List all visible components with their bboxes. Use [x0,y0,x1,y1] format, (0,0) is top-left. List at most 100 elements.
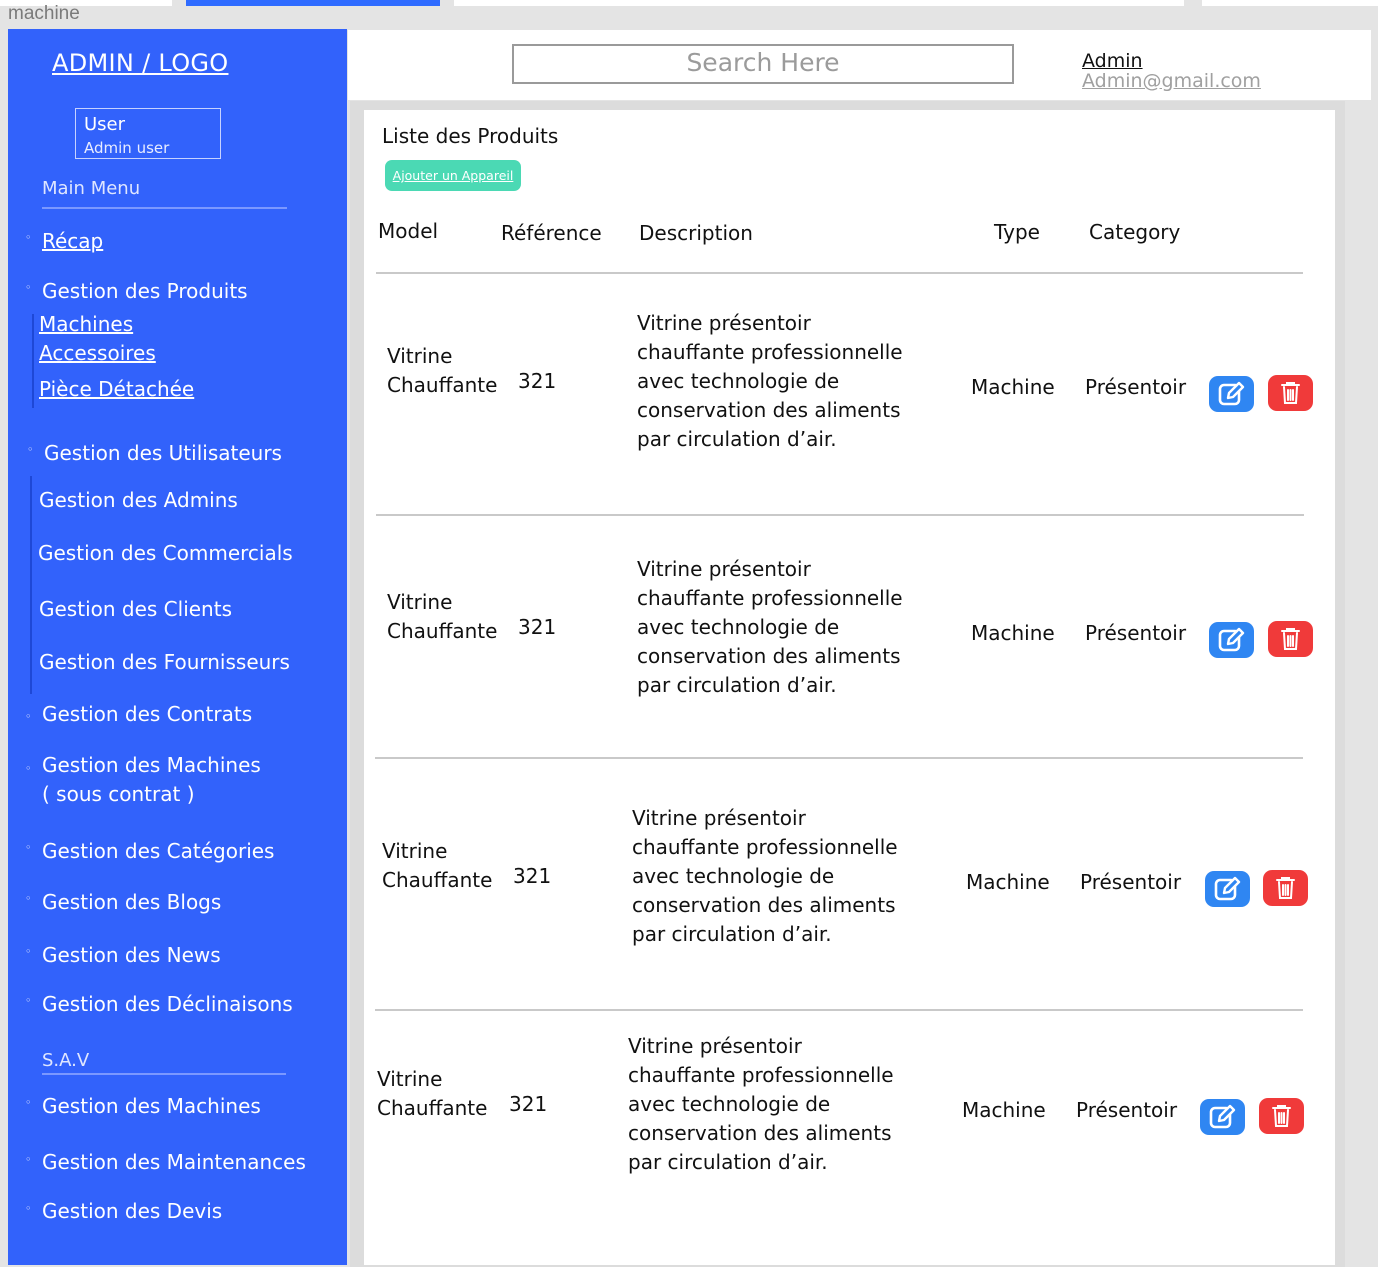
bullet-icon: ◦ [25,1153,32,1166]
sidebar-subitem-fournisseurs[interactable]: Gestion des Fournisseurs [39,650,290,674]
sidebar-item-recap[interactable]: ◦ Récap [25,229,103,253]
sidebar-subitem-clients[interactable]: Gestion des Clients [39,597,232,621]
edit-icon [1209,1104,1236,1129]
column-header-description: Description [639,221,753,245]
user-name: User [84,114,126,135]
bullet-icon: ◦ [25,945,32,958]
sav-title: S.A.V [42,1050,90,1071]
trash-icon [1281,382,1300,404]
user-card: User Admin user [75,108,221,159]
edit-button[interactable] [1200,1099,1245,1135]
description-line: avec technologie de [632,864,835,888]
sidebar-item-contrats[interactable]: ◦ Gestion des Contrats [25,702,253,726]
main-menu-divider [42,207,287,209]
type-cell: Machine [962,1098,1046,1122]
description-line: chauffante professionnelle [628,1063,894,1087]
sidebar-item-label: Gestion des Utilisateurs [44,441,282,465]
description-line: Vitrine présentoir [628,1034,802,1058]
bullet-icon: ◦ [27,443,34,456]
sidebar-item-sav-devis[interactable]: ◦ Gestion des Devis [25,1199,222,1223]
row-divider [375,1009,1303,1011]
sidebar-item-sav-maintenances[interactable]: ◦ Gestion des Maintenances [25,1150,306,1174]
delete-button[interactable] [1268,621,1313,657]
model-line: Vitrine [382,839,448,863]
reference-cell: 321 [513,864,552,888]
tab-segment [1202,0,1378,6]
frame-label: machine [8,3,80,24]
sidebar-subitem-admins[interactable]: Gestion des Admins [39,488,238,512]
sidebar-subitem-pieces[interactable]: Pièce Détachée [39,377,194,401]
sidebar-item-label-2: ( sous contrat ) [42,782,195,806]
submenu-line [30,476,32,694]
bullet-icon: ◦ [25,994,32,1007]
row-divider [376,514,1304,516]
edit-button[interactable] [1205,871,1250,907]
sidebar-item-label: Gestion des News [42,943,221,967]
sidebar-item-news[interactable]: ◦ Gestion des News [25,943,221,967]
description-line: conservation des aliments [632,893,896,917]
description-line: avec technologie de [637,615,840,639]
tab-segment-active [186,0,440,6]
sidebar-item-utilisateurs[interactable]: ◦ Gestion des Utilisateurs [27,441,282,465]
category-cell: Présentoir [1085,375,1187,399]
description-line: conservation des aliments [628,1121,892,1145]
sidebar-item-produits[interactable]: ◦ Gestion des Produits [25,279,248,303]
page-title: Liste des Produits [382,124,559,148]
sidebar-item-label: Gestion des Machines [42,1094,261,1118]
edit-button[interactable] [1209,622,1254,658]
add-device-button[interactable]: Ajouter un Appareil [385,160,521,191]
tab-segment [454,0,1184,6]
edit-icon [1218,627,1245,652]
category-cell: Présentoir [1080,870,1182,894]
admin-email[interactable]: Admin@gmail.com [1082,70,1261,92]
reference-cell: 321 [518,615,557,639]
sav-divider [42,1073,286,1075]
search-placeholder: Search Here [686,48,840,77]
top-strip: machine [0,0,1378,28]
reference-cell: 321 [518,369,557,393]
sidebar-item-categories[interactable]: ◦ Gestion des Catégories [25,839,274,863]
column-header-model: Model [378,219,439,243]
admin-name[interactable]: Admin [1082,50,1143,72]
sidebar-subitem-accessoires[interactable]: Accessoires [39,341,156,365]
logo-link[interactable]: ADMIN / LOGO [52,49,228,77]
sidebar-subitem-machines[interactable]: Machines [39,312,133,336]
description-line: par circulation d’air. [637,427,837,451]
description-line: conservation des aliments [637,644,901,668]
description-cell: Vitrine présentoir chauffante profession… [628,1032,894,1177]
model-line: Vitrine [377,1067,443,1091]
description-line: par circulation d’air. [628,1150,828,1174]
model-cell: Vitrine Chauffante [382,837,492,895]
sidebar-item-label: Gestion des Blogs [42,890,222,914]
edit-icon [1218,381,1245,406]
sidebar-item-label: Gestion des Produits [42,279,248,303]
description-cell: Vitrine présentoir chauffante profession… [637,309,903,454]
edit-button[interactable] [1209,376,1254,412]
sidebar-item-machines-contrat[interactable]: ◦ Gestion des Machines ( sous contrat ) [25,751,261,809]
type-cell: Machine [966,870,1050,894]
description-line: Vitrine présentoir [637,311,811,335]
type-cell: Machine [971,621,1055,645]
model-cell: Vitrine Chauffante [387,588,497,646]
submenu-line [32,314,34,408]
row-divider [375,757,1303,759]
sidebar-item-label: Gestion des Déclinaisons [42,992,293,1016]
sidebar-item-sav-machines[interactable]: ◦ Gestion des Machines [25,1094,261,1118]
model-line: Chauffante [382,868,493,892]
column-header-category: Category [1089,220,1181,244]
sidebar-item-declinaisons[interactable]: ◦ Gestion des Déclinaisons [25,992,293,1016]
delete-button[interactable] [1263,870,1308,906]
sidebar-item-label: Gestion des Contrats [42,702,253,726]
delete-button[interactable] [1259,1098,1304,1134]
bullet-icon: ◦ [25,841,32,854]
sidebar-subitem-commercials[interactable]: Gestion des Commercials [38,541,293,565]
sidebar-item-blogs[interactable]: ◦ Gestion des Blogs [25,890,222,914]
main-menu-title: Main Menu [42,178,141,199]
search-input[interactable]: Search Here [512,44,1014,84]
bullet-icon: ◦ [25,1202,32,1215]
products-panel: Liste des Produits Ajouter un Appareil M… [364,110,1335,1265]
description-line: chauffante professionnelle [632,835,898,859]
bullet-icon: ◦ [25,710,32,723]
delete-button[interactable] [1268,375,1313,411]
trash-icon [1276,877,1295,899]
